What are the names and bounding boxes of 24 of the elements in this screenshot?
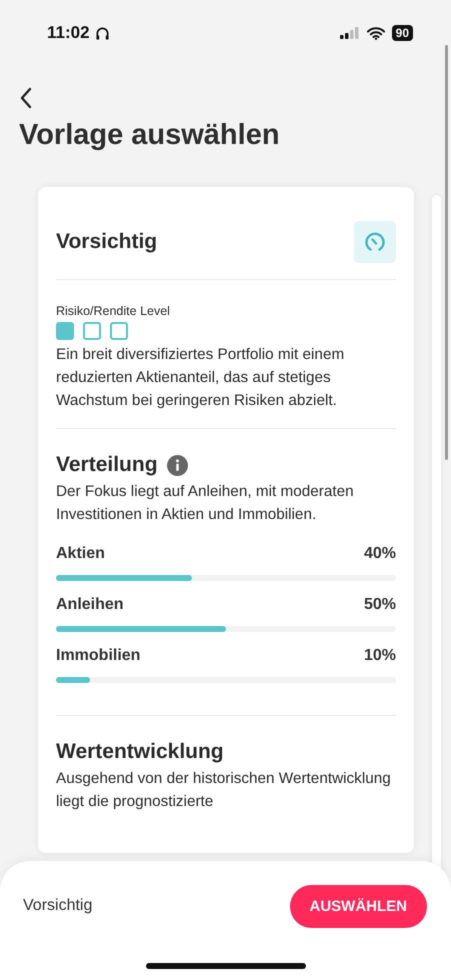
wifi-icon [366, 26, 385, 40]
allocation-percent: 50% [364, 596, 396, 614]
allocation-percent: 40% [364, 545, 396, 563]
select-button[interactable]: AUSWÄHLEN [290, 885, 427, 928]
status-time: 11:02 [47, 23, 90, 43]
allocation-percent: 10% [364, 647, 396, 665]
section-description: Der Fokus liegt auf Anleihen, mit moderaten Investitionen in Aktien und Immobilien. [56, 482, 355, 525]
risk-label: Risiko/Rendite Level [56, 304, 171, 318]
gauge-icon [354, 221, 396, 263]
selected-template: Vorsichtig [23, 897, 92, 915]
card-title: Vorsichtig [56, 230, 158, 254]
battery-indicator: 90 [392, 25, 413, 41]
signal-icon [340, 27, 360, 39]
allocation-name: Immobilien [56, 647, 140, 665]
headphones-icon [94, 26, 110, 40]
allocation-name: Aktien [56, 545, 105, 563]
section-title: Wertentwicklung [56, 740, 225, 764]
back-icon[interactable] [19, 87, 33, 109]
page-title: Vorlage auswählen [19, 119, 281, 152]
allocation-name: Anleihen [56, 596, 124, 614]
section-title: Verteilung [56, 453, 158, 477]
info-icon[interactable] [166, 454, 188, 476]
section-description: Ausgehend von der historischen Wertentwicklung liegt die prognostizierte [56, 769, 392, 812]
card-description: Ein breit diversifiziertes Portfolio mit einem reduzierten Aktienanteil, das auf stetiges Wachstum bei geringeren Risiken abzielt. [56, 345, 346, 411]
